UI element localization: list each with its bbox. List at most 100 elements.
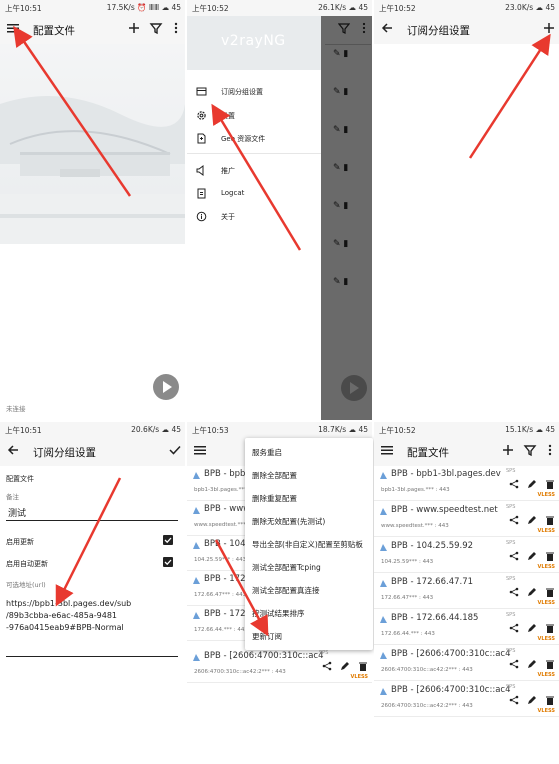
url-hint: 可选地址(url) [6, 581, 46, 589]
filter-icon[interactable] [523, 443, 537, 457]
filter-icon[interactable] [149, 21, 163, 35]
more-icon[interactable] [169, 21, 183, 35]
drawer-item-label: 设置 [221, 112, 235, 120]
edit-icon[interactable] [527, 551, 537, 561]
menu-item-delete-all[interactable]: 删除全部配置 [252, 470, 297, 481]
remarks-input[interactable]: 测试 [8, 506, 26, 519]
status-network: 26.1K/s ☁ 45 [318, 3, 368, 12]
protocol-tag: VLESS [537, 492, 555, 498]
menu-icon[interactable] [6, 21, 20, 35]
server-address: 172.66.44.*** : 443 [194, 627, 248, 633]
edit-icon[interactable] [527, 659, 537, 669]
add-icon[interactable] [501, 443, 515, 457]
more-icon[interactable] [543, 443, 557, 457]
back-icon[interactable] [6, 443, 20, 457]
share-icon[interactable] [322, 661, 332, 671]
server-row[interactable]: BPB - [2606:4700:310c::ac4 2606:4700:310c… [374, 646, 559, 681]
share-icon[interactable] [509, 587, 519, 597]
more-icon[interactable] [359, 22, 369, 34]
share-icon[interactable] [509, 695, 519, 705]
server-row[interactable]: BPB - bpb1-3bl.pages.dev bpb1-3bl.pages.*… [374, 466, 559, 501]
server-icon [379, 471, 388, 480]
server-name: BPB - bpb1 [204, 469, 251, 479]
drawer-item-logcat[interactable]: Logcat [187, 184, 321, 204]
menu-item-update-subscription[interactable]: 更新订阅 [252, 631, 282, 642]
server-row[interactable]: BPB - 172.66.47.71 172.66.47*** : 443 SPS V… [374, 574, 559, 609]
edit-icon[interactable] [527, 695, 537, 705]
promote-icon [196, 165, 207, 176]
share-icon[interactable] [509, 623, 519, 633]
drawer-item-promote[interactable]: 推广 [187, 161, 321, 181]
drawer-item-settings[interactable]: 设置 [187, 106, 321, 126]
delete-icon[interactable] [545, 659, 555, 669]
share-icon[interactable] [509, 659, 519, 669]
delete-icon[interactable] [545, 695, 555, 705]
drawer-item-subscription[interactable]: 订阅分组设置 [187, 82, 321, 102]
add-icon[interactable] [127, 21, 141, 35]
protocol-tag: VLESS [537, 708, 555, 714]
menu-item-delete-invalid[interactable]: 删除无效配置(先测试) [252, 516, 325, 527]
url-input[interactable]: https://bpb1-3bl.pages.dev/sub /89b3cbba… [6, 598, 178, 658]
delete-icon[interactable] [545, 515, 555, 525]
server-icon [379, 651, 388, 660]
edit-icon[interactable] [527, 479, 537, 489]
edit-icon[interactable] [527, 515, 537, 525]
drawer-item-label: Geo 资源文件 [221, 135, 266, 143]
protocol-tag: VLESS [537, 564, 555, 570]
url-line-1: https://bpb1-3bl.pages.dev/sub [6, 599, 132, 608]
panel-profiles-updated: 上午10:52 15.1K/s ☁ 45 配置文件 BPB - bpb1-3bl… [374, 422, 559, 764]
menu-item-restart[interactable]: 服务重启 [252, 447, 282, 458]
server-row[interactable]: BPB - [2606:4700:310c::ac4 2606:4700:310… [187, 648, 372, 683]
menu-item-test-real[interactable]: 测试全部配置真连接 [252, 585, 320, 596]
enable-update-checkbox[interactable] [163, 535, 173, 545]
back-icon[interactable] [380, 21, 394, 35]
server-icon [379, 687, 388, 696]
menu-icon[interactable] [193, 443, 207, 457]
menu-item-sort-results[interactable]: 按测试结果排序 [252, 608, 305, 619]
server-row[interactable]: BPB - 172.66.44.185 172.66.44.*** : 443 SP… [374, 610, 559, 645]
menu-icon[interactable] [380, 443, 394, 457]
menu-item-test-tcping[interactable]: 测试全部配置Tcping [252, 562, 321, 573]
server-name: BPB - 172.66.44.185 [391, 613, 479, 623]
menu-item-delete-duplicates[interactable]: 删除重复配置 [252, 493, 297, 504]
delete-icon[interactable] [545, 479, 555, 489]
protocol-tag: VLESS [537, 528, 555, 534]
server-row[interactable]: BPB - [2606:4700:310c::ac4 2606:4700:310c… [374, 682, 559, 717]
drawer-item-geo[interactable]: Geo 资源文件 [187, 129, 321, 149]
share-icon[interactable] [509, 515, 519, 525]
toolbar: 订阅分组设置 [374, 16, 559, 44]
section-title: 配置文件 [6, 475, 34, 483]
start-vpn-button[interactable] [153, 374, 179, 400]
server-name: BPB - bpb1-3bl.pages.dev [391, 469, 501, 479]
status-bar: 上午10:53 18.7K/s ☁ 45 [187, 422, 372, 438]
status-bar: 上午10:52 15.1K/s ☁ 45 [374, 422, 559, 438]
server-row[interactable]: BPB - 104.25.59.92 104.25.59*** : 443 SPS V… [374, 538, 559, 573]
edit-icon[interactable] [340, 661, 350, 671]
svg-text:✎ ▮: ✎ ▮ [333, 163, 348, 173]
server-row[interactable]: BPB - www.speedtest.net www.speedtest.***… [374, 502, 559, 537]
drawer-item-about[interactable]: 关于 [187, 207, 321, 227]
drawer: v2rayNG 订阅分组设置 设置 Geo 资源文件 推广 Logcat 关于 [187, 16, 321, 420]
filter-icon[interactable] [338, 22, 350, 34]
status-time: 上午10:52 [379, 4, 416, 13]
add-icon[interactable] [542, 21, 556, 35]
enable-auto-update-checkbox[interactable] [163, 557, 173, 567]
delete-icon[interactable] [545, 623, 555, 633]
share-icon[interactable] [509, 479, 519, 489]
delete-icon[interactable] [545, 551, 555, 561]
delete-icon[interactable] [358, 661, 368, 671]
svg-text:✎ ▮: ✎ ▮ [333, 49, 348, 59]
check-icon[interactable] [168, 443, 182, 457]
server-name: BPB - 172.66.47.71 [391, 577, 474, 587]
server-icon [379, 543, 388, 552]
latency-label: SPS [506, 648, 516, 654]
status-time: 上午10:52 [192, 4, 229, 13]
share-icon[interactable] [509, 551, 519, 561]
edit-icon[interactable] [527, 587, 537, 597]
drawer-header-title: v2rayNG [221, 33, 286, 49]
menu-item-export-clipboard[interactable]: 导出全部(非自定义)配置至剪贴板 [252, 539, 363, 550]
delete-icon[interactable] [545, 587, 555, 597]
edit-icon[interactable] [527, 623, 537, 633]
server-address: www.speedtest.*** : 443 [381, 523, 449, 529]
protocol-tag: VLESS [537, 636, 555, 642]
